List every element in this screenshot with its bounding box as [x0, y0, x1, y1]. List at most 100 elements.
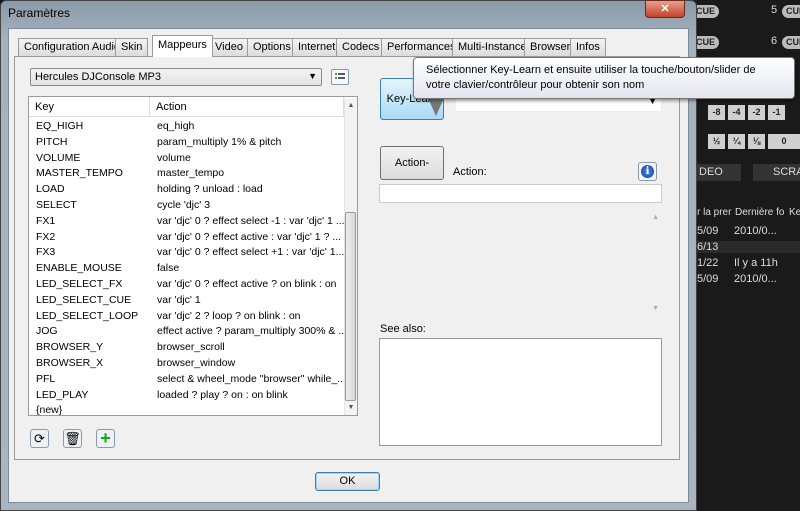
tab-performances[interactable]: Performances: [381, 38, 462, 56]
row-key: SELECT: [36, 199, 77, 211]
table-row[interactable]: SELECT cycle 'djc' 3: [36, 199, 210, 214]
pitch-button[interactable]: -4: [728, 105, 745, 120]
row-key: LED_SELECT_LOOP: [36, 309, 139, 322]
tab-multi-instance[interactable]: Multi-Instance: [452, 38, 533, 56]
table-row[interactable]: LED_SELECT_FX var 'djc' 0 ? effect active…: [36, 278, 337, 293]
row-action: browser_scroll: [157, 341, 225, 354]
table-row[interactable]: {new}: [36, 404, 62, 419]
row-key: LOAD: [36, 183, 65, 196]
bg-tab[interactable]: DEO: [697, 164, 741, 181]
row-action: var 'djc' 0 ? effect select +1 : var 'dj…: [157, 246, 345, 259]
row-action: select & wheel_mode "browser" while_...: [157, 372, 346, 385]
bg-cell: 5/09: [697, 273, 719, 285]
column-header-action[interactable]: Action: [150, 97, 344, 117]
list-view-icon[interactable]: [331, 69, 349, 85]
table-row[interactable]: FX2 var 'djc' 0 ? effect active : var 'dj…: [36, 230, 341, 246]
ok-button[interactable]: OK: [315, 472, 380, 491]
beat-button[interactable]: ½: [708, 134, 725, 149]
tab-mappeurs[interactable]: Mappeurs: [152, 35, 213, 57]
row-action: var 'djc' 0 ? effect active : var 'djc' …: [157, 230, 342, 243]
row-key: VOLUME: [36, 151, 81, 164]
table-row[interactable]: LOAD holding ? unload : load: [36, 183, 263, 198]
table-row[interactable]: JOG effect active ? param_multiply 300% &…: [36, 325, 347, 340]
see-also-box[interactable]: [379, 338, 662, 446]
action-label: Action:: [453, 166, 487, 178]
row-action: effect active ? param_multiply 300% & ..…: [157, 325, 348, 338]
action-input[interactable]: [379, 184, 662, 203]
bg-cell: 5/09: [697, 225, 719, 237]
mapper-select-value: Hercules DJConsole MP3: [35, 71, 161, 83]
refresh-icon[interactable]: ⟳: [30, 429, 49, 448]
scrollbar-thumb[interactable]: [345, 212, 356, 401]
row-key: LED_SELECT_FX: [36, 278, 123, 290]
row-action: loaded ? play ? on : on blink: [157, 388, 288, 401]
row-action: holding ? unload : load: [157, 183, 263, 196]
bg-cell: Il y a 11h: [734, 257, 778, 269]
info-icon: i: [641, 165, 654, 178]
table-row[interactable]: ENABLE_MOUSE false: [36, 262, 179, 277]
row-action: eq_high: [157, 120, 195, 132]
bg-tab[interactable]: SCRA: [753, 164, 800, 181]
action-learn-button[interactable]: Action-Learn: [380, 146, 444, 201]
row-key: LED_PLAY: [36, 388, 89, 401]
beat-button[interactable]: 0: [768, 134, 800, 149]
table-row[interactable]: VOLUME volume: [36, 151, 191, 167]
row-key: FX3: [36, 246, 56, 259]
pitch-button[interactable]: -1: [768, 105, 785, 120]
deck-number: 5: [771, 4, 778, 16]
table-row[interactable]: BROWSER_Y browser_scroll: [36, 341, 225, 356]
tab-video[interactable]: Video: [209, 38, 249, 56]
row-key: EQ_HIGH: [36, 120, 84, 132]
row-action: var 'djc' 2 ? loop ? on blink : on: [157, 309, 301, 322]
table-row[interactable]: EQ_HIGH eq_high: [36, 120, 194, 135]
table-row[interactable]: LED_SELECT_LOOP var 'djc' 2 ? loop ? on b…: [36, 309, 301, 325]
pitch-button[interactable]: -2: [748, 105, 765, 120]
cue-button[interactable]: CUE: [782, 5, 800, 18]
cue-button[interactable]: CUE: [782, 36, 800, 49]
row-key: ENABLE_MOUSE: [36, 262, 122, 275]
tab-configuration-audio[interactable]: Configuration Audio: [18, 38, 127, 56]
table-row[interactable]: BROWSER_X browser_window: [36, 357, 235, 372]
row-action: var 'djc' 0 ? effect select -1 : var 'dj…: [157, 214, 345, 227]
mapper-select[interactable]: Hercules DJConsole MP3 ▼: [30, 68, 322, 86]
column-header[interactable]: r la prer: [697, 207, 731, 218]
tab-skin[interactable]: Skin: [115, 38, 149, 56]
table-row[interactable]: FX3 var 'djc' 0 ? effect select +1 : var …: [36, 246, 344, 261]
table-row[interactable]: PITCH param_multiply 1% & pitch: [36, 135, 281, 151]
tab-browser[interactable]: Browser: [524, 38, 577, 56]
row-key: BROWSER_Y: [36, 341, 104, 354]
row-key: FX1: [36, 214, 56, 227]
row-key: PITCH: [36, 135, 68, 148]
add-icon[interactable]: +: [96, 429, 115, 448]
table-row[interactable]: LED_PLAY loaded ? play ? on : on blink: [36, 388, 288, 404]
row-action: param_multiply 1% & pitch: [157, 135, 282, 148]
deck-number: 6: [771, 35, 778, 47]
tooltip-tail: [428, 98, 444, 116]
tab-infos[interactable]: Infos: [570, 38, 606, 56]
table-row[interactable]: MASTER_TEMPO master_tempo: [36, 167, 224, 182]
info-button[interactable]: i: [638, 162, 657, 181]
tab-codecs[interactable]: Codecs: [336, 38, 386, 56]
column-header[interactable]: Dernière fo: [735, 207, 784, 218]
row-action: var 'djc' 0 ? effect active ? on blink :…: [157, 278, 337, 290]
bg-cell: 2010/0...: [734, 225, 777, 237]
pitch-button[interactable]: -8: [708, 105, 725, 120]
action-editor[interactable]: ▲ ▼: [379, 208, 662, 318]
tab-internet[interactable]: Internet: [292, 38, 342, 56]
trash-icon[interactable]: 🗑: [63, 429, 82, 448]
table-row[interactable]: FX1 var 'djc' 0 ? effect select -1 : var …: [36, 214, 345, 230]
row-key: MASTER_TEMPO: [36, 167, 123, 180]
table-row[interactable]: LED_SELECT_CUE var 'djc' 1: [36, 294, 201, 309]
table-row[interactable]: PFL select & wheel_mode "browser" while_.…: [36, 373, 346, 388]
beat-button[interactable]: ⅛: [748, 134, 765, 149]
tab-options[interactable]: Options: [247, 38, 297, 56]
row-key: FX2: [36, 230, 56, 243]
close-button[interactable]: ✕: [645, 0, 685, 18]
dialog-title: Paramètres: [8, 6, 71, 20]
beat-button[interactable]: ¼: [728, 134, 745, 149]
row-key: JOG: [36, 325, 58, 338]
column-header-key[interactable]: Key: [29, 97, 150, 117]
bg-cell: 6/13: [697, 241, 800, 253]
column-header[interactable]: Ke: [789, 207, 800, 218]
row-action: master_tempo: [157, 167, 225, 180]
